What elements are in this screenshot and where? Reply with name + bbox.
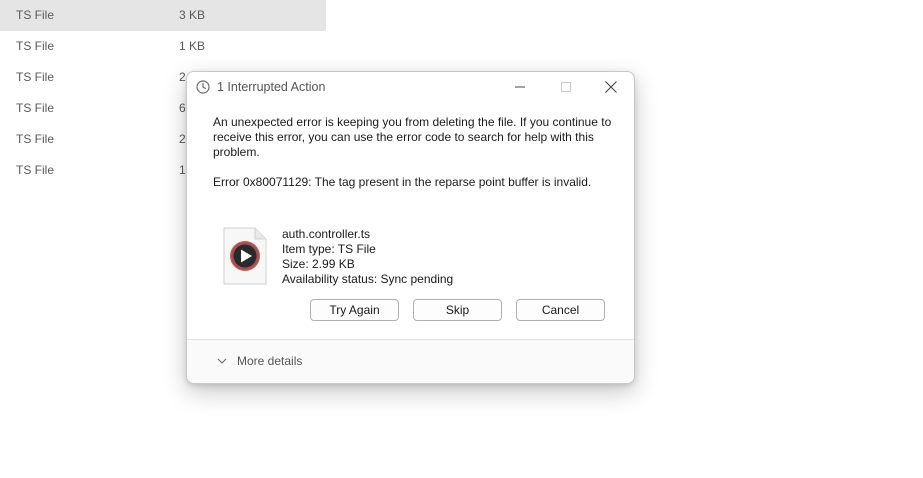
file-size: 1 <box>179 163 186 177</box>
file-row[interactable]: TS File 1 KB <box>0 31 326 62</box>
maximize-button <box>543 72 589 102</box>
maximize-icon <box>561 82 571 92</box>
interrupted-action-dialog: 1 Interrupted Action An unexpected error… <box>186 71 635 384</box>
dialog-footer: More details <box>187 340 634 383</box>
file-row[interactable]: TS File 3 KB <box>0 0 326 31</box>
minimize-icon <box>515 86 525 88</box>
error-message: An unexpected error is keeping you from … <box>213 115 612 159</box>
file-size: 1 KB <box>179 39 206 53</box>
dialog-titlebar[interactable]: 1 Interrupted Action <box>187 72 634 102</box>
file-type: TS File <box>16 70 55 84</box>
skip-button[interactable]: Skip <box>413 299 502 321</box>
file-type: TS File <box>16 8 55 22</box>
file-item-type: Item type: TS File <box>282 242 376 256</box>
error-code-line: Error 0x80071129: The tag present in the… <box>213 175 592 189</box>
file-type: TS File <box>16 132 55 146</box>
dialog-title: 1 Interrupted Action <box>217 80 326 94</box>
cancel-button[interactable]: Cancel <box>516 299 605 321</box>
file-type: TS File <box>16 101 55 115</box>
media-file-icon <box>223 227 267 285</box>
close-button[interactable] <box>588 72 634 102</box>
more-details-label: More details <box>237 354 303 368</box>
file-name: auth.controller.ts <box>282 227 371 241</box>
file-size: 2 <box>179 132 186 146</box>
try-again-button[interactable]: Try Again <box>310 299 399 321</box>
file-size: 2 <box>179 70 186 84</box>
clock-icon <box>196 80 210 94</box>
file-type: TS File <box>16 39 55 53</box>
file-type: TS File <box>16 163 55 177</box>
more-details-toggle[interactable]: More details <box>217 354 302 368</box>
chevron-down-icon <box>217 358 227 364</box>
close-icon <box>605 81 617 93</box>
file-size: 3 KB <box>179 8 206 22</box>
minimize-button[interactable] <box>497 72 543 102</box>
file-details: auth.controller.ts Item type: TS File Si… <box>282 227 532 287</box>
file-availability: Availability status: Sync pending <box>282 272 454 286</box>
file-size-info: Size: 2.99 KB <box>282 257 355 271</box>
file-size: 6 <box>179 101 186 115</box>
